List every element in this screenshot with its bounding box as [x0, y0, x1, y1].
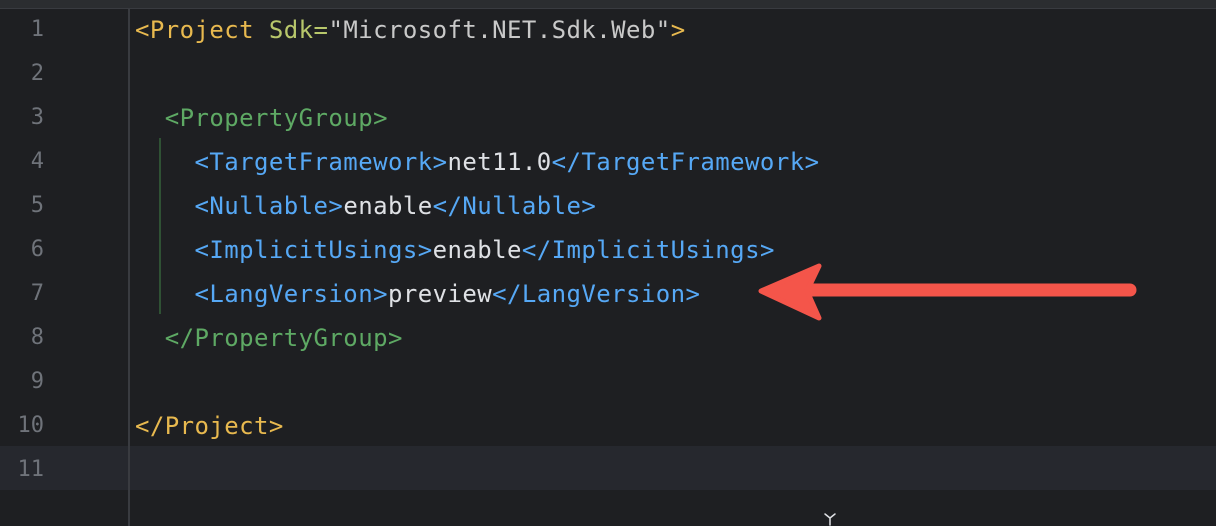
line-number: 7	[30, 281, 44, 306]
line-number: 8	[30, 325, 44, 350]
code-token: </Nullable>	[432, 192, 597, 220]
line-number: 6	[30, 237, 44, 262]
code-token: </TargetFramework>	[551, 148, 820, 176]
code-token: enable	[432, 236, 522, 264]
code-token: <Nullable>	[135, 192, 344, 220]
code-text[interactable]: <PropertyGroup>	[135, 96, 388, 140]
code-text[interactable]: <TargetFramework>net11.0</TargetFramewor…	[135, 140, 820, 184]
line-number: 5	[30, 193, 44, 218]
code-token: </Project>	[135, 412, 284, 440]
tree-icon	[822, 512, 840, 526]
code-line[interactable]: 9	[0, 360, 1216, 404]
code-text[interactable]: </Project>	[135, 404, 284, 448]
code-text[interactable]: <LangVersion>preview</LangVersion>	[135, 272, 700, 316]
line-number: 10	[17, 413, 45, 438]
line-number: 9	[30, 369, 44, 394]
code-line[interactable]: 11	[0, 448, 1216, 492]
line-number: 1	[30, 17, 44, 42]
code-token: "Microsoft.NET.Sdk.Web"	[328, 16, 671, 44]
code-token: <PropertyGroup>	[135, 104, 388, 132]
line-number: 2	[30, 61, 44, 86]
line-number: 3	[30, 105, 44, 130]
code-line[interactable]: 5 <Nullable>enable</Nullable>	[0, 184, 1216, 228]
code-token: >	[670, 16, 686, 44]
code-text[interactable]: </PropertyGroup>	[135, 316, 403, 360]
code-token: preview	[387, 280, 493, 308]
code-token: </PropertyGroup>	[135, 324, 403, 352]
annotation-arrow	[758, 263, 1137, 321]
code-text[interactable]: <Nullable>enable</Nullable>	[135, 184, 596, 228]
code-line[interactable]: 3 <PropertyGroup>	[0, 96, 1216, 140]
code-text[interactable]: <ImplicitUsings>enable</ImplicitUsings>	[135, 228, 775, 272]
code-token: </ImplicitUsings>	[521, 236, 775, 264]
code-token: <LangVersion>	[135, 280, 388, 308]
line-number: 4	[30, 149, 44, 174]
code-editor[interactable]: 1 <Project Sdk="Microsoft.NET.Sdk.Web"> 2 3…	[0, 0, 1216, 526]
code-line[interactable]: 2	[0, 52, 1216, 96]
code-token: </LangVersion>	[492, 280, 701, 308]
code-token: <TargetFramework>	[135, 148, 448, 176]
line-number: 11	[17, 457, 45, 482]
code-text[interactable]: <Project Sdk="Microsoft.NET.Sdk.Web">	[135, 8, 686, 52]
code-line[interactable]: 4 <TargetFramework>net11.0</TargetFramew…	[0, 140, 1216, 184]
code-line[interactable]: 1 <Project Sdk="Microsoft.NET.Sdk.Web">	[0, 8, 1216, 52]
code-token: enable	[343, 192, 433, 220]
code-token: <Project	[135, 16, 269, 44]
code-token: Sdk=	[268, 16, 329, 44]
code-line[interactable]: 10 </Project>	[0, 404, 1216, 448]
code-token: <ImplicitUsings>	[135, 236, 433, 264]
code-token: net11.0	[447, 148, 552, 176]
